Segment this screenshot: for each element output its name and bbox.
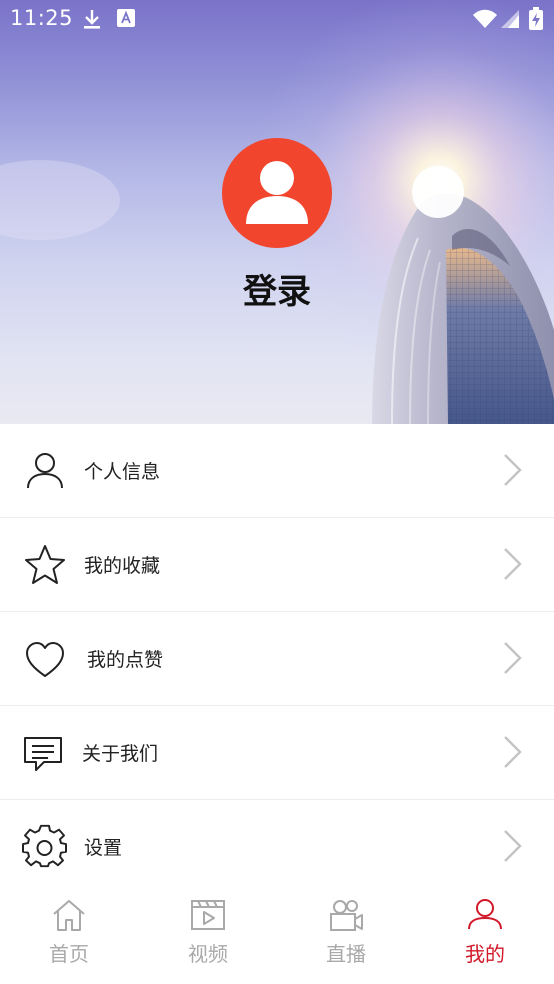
menu-list: 个人信息 我的收藏 我的点赞 关于我们 设置: [0, 424, 554, 893]
download-icon: [84, 10, 100, 29]
menu-item-label: 个人信息: [84, 461, 161, 483]
tab-label: 我的: [465, 942, 505, 966]
login-button[interactable]: 登录: [0, 264, 554, 313]
user-icon: [27, 453, 63, 489]
chevron-right-icon: [504, 736, 522, 768]
notification-a-icon: [117, 9, 135, 27]
menu-item-label: 关于我们: [82, 743, 159, 765]
battery-charging-icon: [529, 7, 543, 30]
avatar[interactable]: [222, 138, 332, 248]
profile-screen: 11:25 登录 个人信息 我的收藏 我的点赞 关于我们 设置 首页 视频 直播…: [0, 0, 554, 984]
chevron-right-icon: [504, 454, 522, 486]
tab-label: 直播: [326, 942, 366, 966]
star-icon: [25, 545, 65, 584]
tab-label: 首页: [49, 942, 89, 966]
status-bar: 11:25: [0, 0, 554, 38]
chevron-right-icon: [504, 548, 522, 580]
menu-item-label: 我的收藏: [84, 555, 161, 577]
menu-item-label: 设置: [84, 837, 123, 859]
chevron-right-icon: [504, 830, 522, 862]
menu-item-likes[interactable]: 我的点赞: [0, 612, 554, 706]
home-icon: [53, 900, 85, 931]
user-icon: [246, 161, 308, 224]
gear-icon: [22, 824, 67, 868]
menu-item-label: 我的点赞: [87, 649, 164, 671]
menu-item-favorites[interactable]: 我的收藏: [0, 518, 554, 612]
tab-live[interactable]: 直播: [277, 890, 415, 984]
tab-mine[interactable]: 我的: [416, 890, 554, 984]
bottom-tab-bar: 首页 视频 直播 我的: [0, 890, 554, 984]
wifi-icon: [473, 9, 497, 28]
tab-video[interactable]: 视频: [139, 890, 277, 984]
camera-icon: [330, 900, 363, 931]
user-icon: [468, 899, 502, 930]
chevron-right-icon: [504, 642, 522, 674]
message-icon: [24, 737, 62, 771]
heart-icon: [26, 642, 64, 677]
menu-item-about-us[interactable]: 关于我们: [0, 706, 554, 800]
tab-label: 视频: [188, 942, 228, 966]
tab-home[interactable]: 首页: [0, 890, 138, 984]
menu-item-settings[interactable]: 设置: [0, 800, 554, 893]
signal-icon: [501, 10, 519, 28]
menu-item-personal-info[interactable]: 个人信息: [0, 424, 554, 518]
profile-header-background: 11:25 登录: [0, 0, 554, 424]
video-icon: [191, 900, 225, 930]
status-time: 11:25: [10, 6, 74, 30]
